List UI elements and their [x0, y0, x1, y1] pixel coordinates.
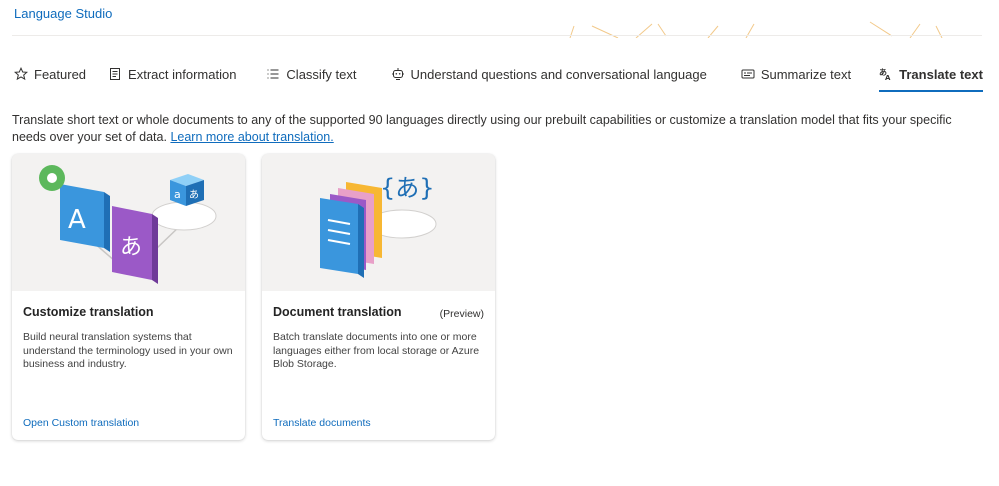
open-custom-translation-link[interactable]: Open Custom translation — [23, 417, 139, 429]
document-icon — [110, 68, 121, 80]
tab-label: Featured — [34, 66, 87, 82]
tab-label: Classify text — [286, 66, 357, 82]
card-illustration: {あ} — [262, 154, 495, 291]
app-title[interactable]: Language Studio — [14, 6, 112, 21]
page-description: Translate short text or whole documents … — [12, 112, 972, 146]
tab-label: Summarize text — [760, 66, 852, 82]
card-description: Build neural translation systems that un… — [23, 331, 233, 370]
document-translation-card[interactable]: {あ} Document translation (Preview) Batch… — [262, 154, 495, 440]
learn-more-link[interactable]: Learn more about translation. — [170, 130, 333, 144]
glyph-a-small: a — [174, 188, 181, 201]
text-box-icon — [741, 69, 755, 79]
translate-documents-link[interactable]: Translate documents — [273, 417, 371, 429]
header-divider — [12, 35, 982, 36]
tab-understand-questions[interactable]: Understand questions and conversational … — [391, 60, 707, 88]
chat-bot-icon — [391, 68, 404, 80]
list-icon — [267, 69, 279, 79]
tab-list: Featured Extract information Classify te… — [14, 60, 983, 94]
tab-classify-text[interactable]: Classify text — [266, 60, 357, 88]
translate-icon: あ A — [879, 68, 891, 81]
description-text: Translate short text or whole documents … — [12, 113, 952, 144]
star-icon — [14, 67, 28, 81]
customize-translation-card[interactable]: A あ a あ Customize translation Build neur… — [12, 154, 245, 440]
tab-featured[interactable]: Featured — [14, 60, 86, 88]
tab-label: Understand questions and conversational … — [410, 66, 707, 82]
tab-translate-text[interactable]: あ A Translate text — [879, 60, 983, 92]
custom-translation-illustration: A あ a あ — [39, 165, 217, 284]
card-illustration: A あ a あ — [12, 154, 245, 291]
preview-badge: (Preview) — [439, 308, 484, 320]
tab-label: Translate text — [899, 66, 983, 82]
svg-text:A: A — [885, 74, 891, 81]
card-description: Batch translate documents into one or mo… — [273, 331, 480, 370]
glyph-hiragana-small: あ — [189, 189, 199, 201]
glyph-a-large: A — [68, 205, 86, 235]
document-translation-illustration: {あ} — [320, 174, 437, 278]
tab-extract-information[interactable]: Extract information — [108, 60, 236, 88]
tab-summarize-text[interactable]: Summarize text — [741, 60, 851, 88]
top-bar: Language Studio — [0, 0, 999, 38]
card-title: Document translation — [273, 305, 402, 319]
tab-label: Extract information — [128, 66, 237, 82]
card-title: Customize translation — [23, 305, 154, 319]
glyph-hiragana-large: あ — [120, 235, 142, 260]
glyph-braced-hiragana: {あ} — [380, 174, 435, 202]
